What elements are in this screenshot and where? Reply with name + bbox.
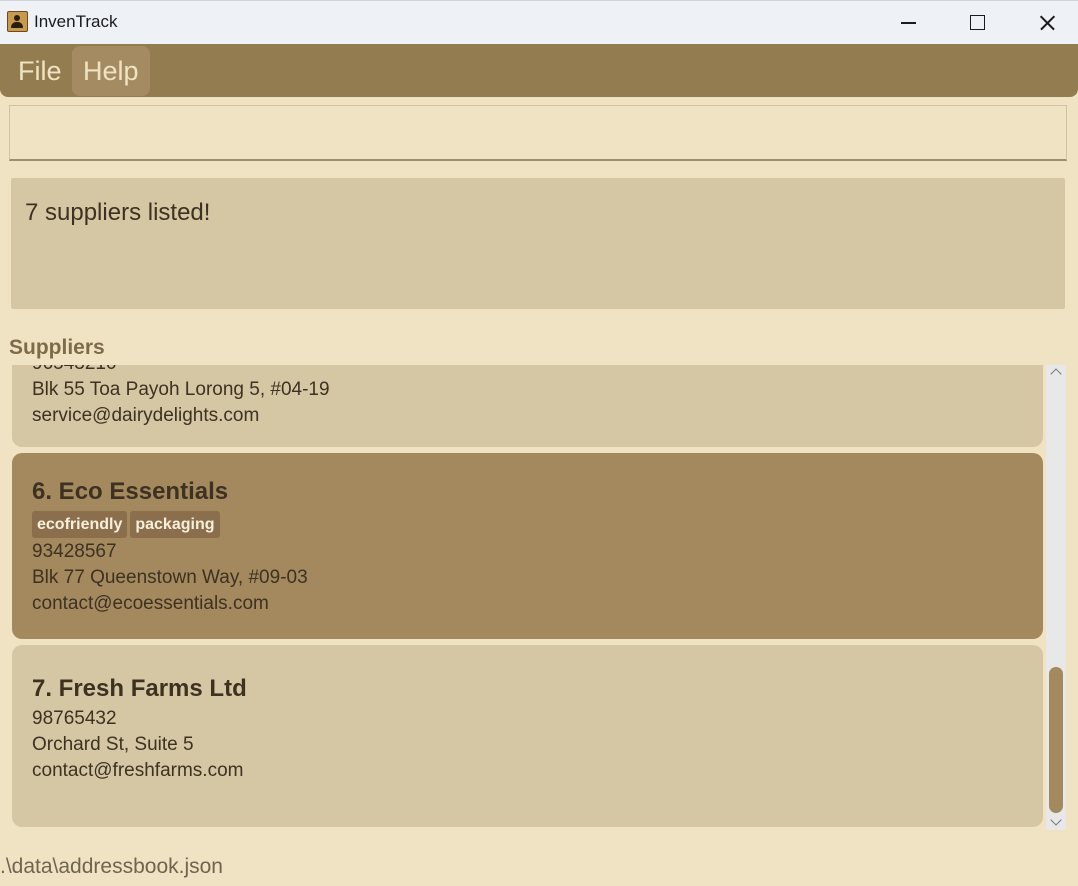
- scroll-thumb[interactable]: [1049, 667, 1063, 813]
- status-file-path: .\data\addressbook.json: [0, 855, 223, 878]
- supplier-phone: 93428567: [32, 541, 117, 562]
- supplier-phone: 96543210: [32, 365, 1023, 377]
- address-book-icon: [7, 11, 28, 32]
- list-item[interactable]: 96543210 Blk 55 Toa Payoh Lorong 5, #04-…: [12, 365, 1043, 447]
- tag: ecofriendly: [32, 511, 128, 538]
- list-heading: Suppliers: [9, 336, 105, 359]
- supplier-tags: ecofriendly packaging: [32, 509, 1023, 539]
- window-title: InvenTrack: [34, 12, 118, 31]
- command-input[interactable]: [9, 105, 1067, 161]
- result-display: 7 suppliers listed!: [11, 178, 1065, 309]
- chevron-down-icon[interactable]: [1050, 816, 1062, 828]
- scrollbar[interactable]: [1046, 365, 1066, 830]
- menu-file[interactable]: File: [7, 46, 73, 96]
- supplier-name: 7. Fresh Farms Ltd: [32, 675, 247, 702]
- chevron-up-icon[interactable]: [1050, 366, 1062, 378]
- list-item-selected[interactable]: 6. Eco Essentials ecofriendly packaging 9…: [12, 453, 1043, 639]
- list-item[interactable]: 7. Fresh Farms Ltd 98765432 Orchard St, …: [12, 645, 1043, 827]
- supplier-address: Blk 55 Toa Payoh Lorong 5, #04-19: [32, 379, 330, 400]
- supplier-address: Orchard St, Suite 5: [32, 734, 194, 755]
- menu-help[interactable]: Help: [72, 46, 150, 96]
- maximize-icon[interactable]: [942, 1, 1012, 45]
- supplier-email: contact@freshfarms.com: [32, 760, 244, 781]
- supplier-email: contact@ecoessentials.com: [32, 593, 269, 614]
- supplier-name: 6. Eco Essentials: [32, 478, 229, 505]
- supplier-address: Blk 77 Queenstown Way, #09-03: [32, 567, 308, 588]
- supplier-phone: 98765432: [32, 708, 117, 729]
- menu-bar: File Help: [0, 44, 1078, 97]
- supplier-list[interactable]: 96543210 Blk 55 Toa Payoh Lorong 5, #04-…: [0, 365, 1046, 835]
- minimize-icon[interactable]: [873, 1, 943, 45]
- supplier-email: service@dairydelights.com: [32, 405, 260, 426]
- close-icon[interactable]: [1012, 1, 1078, 45]
- result-message: 7 suppliers listed!: [25, 199, 211, 226]
- title-bar: InvenTrack: [0, 0, 1078, 44]
- tag: packaging: [130, 511, 220, 538]
